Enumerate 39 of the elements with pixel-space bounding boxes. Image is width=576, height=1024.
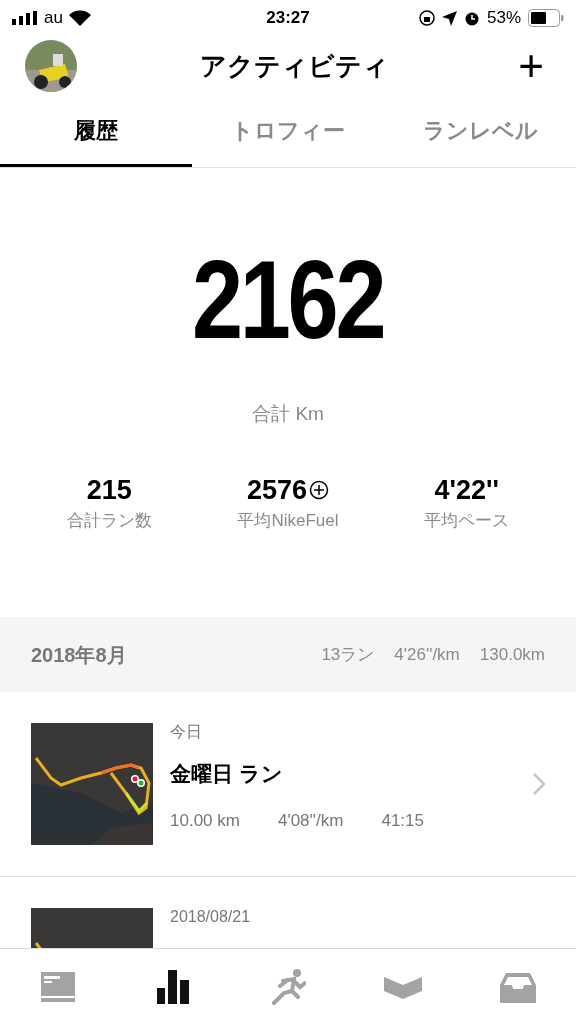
stat-value: 215 <box>86 476 132 504</box>
run-pace: 4'08''/km <box>277 809 344 832</box>
location-icon <box>442 10 457 26</box>
rotation-lock-icon <box>419 10 435 26</box>
battery-icon <box>528 9 564 27</box>
carrier-name: au <box>44 7 63 30</box>
month-pace: 4'26''/km <box>394 643 460 666</box>
page-title: アクティビティ <box>198 49 390 83</box>
signal-icon <box>12 11 38 25</box>
inbox-icon <box>500 970 537 1003</box>
month-title: 2018年8月 <box>31 642 128 668</box>
tab[interactable]: 履歴 <box>0 96 192 167</box>
chevron-right-icon <box>533 773 545 795</box>
month-distance: 130.0km <box>479 643 545 666</box>
feed-icon <box>40 971 75 1002</box>
stat-value: 4'22'' <box>434 476 499 504</box>
wifi-icon <box>68 10 91 26</box>
battery-percent: 53% <box>487 7 521 30</box>
clock-time: 23:27 <box>266 7 310 30</box>
avatar[interactable] <box>25 40 77 92</box>
add-button[interactable]: + <box>511 44 551 88</box>
stat-label: 平均NikeFuel <box>237 509 339 532</box>
fuel-icon <box>309 480 330 500</box>
bar-chart-icon <box>156 969 189 1004</box>
stat-label: 平均ペース <box>424 509 510 532</box>
chevron-icon <box>384 974 423 999</box>
run-distance: 10.00 km <box>170 809 240 832</box>
run-row[interactable]: 今日 金曜日 ラン 10.00 km 4'08''/km 41:15 <box>0 692 576 877</box>
run-date: 2018/08/21 <box>170 909 252 925</box>
month-runs: 13ラン <box>321 643 375 666</box>
runner-icon <box>270 968 306 1005</box>
stat-value: 2576 <box>246 476 308 504</box>
total-distance: 2162 <box>192 244 384 356</box>
run-title: 金曜日 ラン <box>170 761 284 787</box>
run-duration: 41:15 <box>381 809 424 832</box>
stat-label: 合計ラン数 <box>66 509 152 532</box>
run-date: 今日 <box>170 724 203 740</box>
alarm-icon <box>464 10 480 26</box>
total-label: 合計 Km <box>252 402 324 426</box>
